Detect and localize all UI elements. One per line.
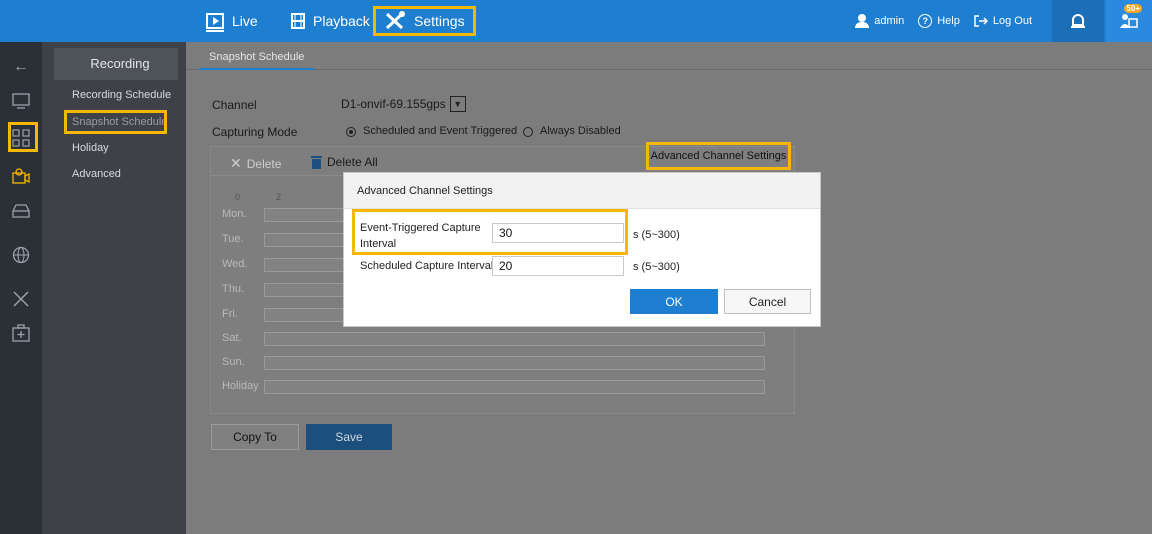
nav-playback[interactable]: Playback <box>291 0 370 42</box>
delete-button[interactable]: ✕ Delete <box>230 155 281 172</box>
radio-scheduled-event[interactable] <box>346 127 356 137</box>
rail-selected-highlight <box>8 122 38 152</box>
radio-always-disabled[interactable] <box>523 127 533 137</box>
network-icon[interactable] <box>10 244 32 266</box>
day-label-sat: Sat. <box>222 332 242 344</box>
user-menu[interactable]: admin <box>855 14 904 28</box>
logout-icon <box>974 15 988 27</box>
storage-icon[interactable] <box>10 200 32 222</box>
schedule-row-holiday[interactable] <box>264 380 765 394</box>
copy-to-button[interactable]: Copy To <box>211 424 299 450</box>
logout-label: Log Out <box>992 15 1032 27</box>
recording-icon[interactable] <box>10 166 32 188</box>
notification-icon <box>1120 14 1138 28</box>
event-interval-highlight <box>352 209 628 255</box>
cancel-button[interactable]: Cancel <box>724 289 811 314</box>
capturing-mode-label: Capturing Mode <box>212 125 298 139</box>
event-interval-range: s (5~300) <box>633 229 680 241</box>
film-icon <box>291 13 305 29</box>
day-label-fri: Fri. <box>222 308 238 320</box>
scheduled-interval-range: s (5~300) <box>633 261 680 273</box>
user-label: admin <box>874 15 905 27</box>
radio-always-disabled-label: Always Disabled <box>540 125 621 137</box>
schedule-row-sun[interactable] <box>264 356 765 370</box>
advanced-channel-settings-button[interactable]: Advanced Channel Settings <box>646 142 791 170</box>
channel-select[interactable]: D1-onvif-69.155gps ▼ <box>341 94 473 114</box>
nav-live[interactable]: Live <box>206 0 258 42</box>
help-link[interactable]: ? Help <box>918 14 960 28</box>
sidebar-item-advanced[interactable]: Advanced <box>72 168 121 180</box>
delete-all-label: Delete All <box>327 155 378 169</box>
monitor-icon[interactable] <box>10 90 32 112</box>
tab-bar <box>186 42 1152 70</box>
help-label: Help <box>937 15 960 27</box>
user-icon <box>855 14 870 28</box>
sidebar-item-holiday[interactable]: Holiday <box>72 142 109 154</box>
scheduled-interval-input[interactable]: 20 <box>492 256 624 276</box>
alarm-icon <box>1071 14 1085 28</box>
sidebar-item-recording-schedule[interactable]: Recording Schedule <box>72 89 171 101</box>
help-icon: ? <box>918 14 933 28</box>
nav-settings[interactable]: Settings <box>373 6 476 36</box>
nav-live-label: Live <box>232 13 258 29</box>
wrench-screwdriver-icon <box>385 11 405 30</box>
live-icon <box>206 13 224 32</box>
channel-label: Channel <box>212 98 257 112</box>
sub-nav-title: Recording <box>90 55 150 71</box>
nav-playback-label: Playback <box>313 13 370 29</box>
notification-badge: 50+ <box>1124 4 1142 13</box>
back-arrow-icon[interactable]: ← <box>10 56 32 78</box>
app-frame: Live Playback Settings admin ? Help Log … <box>0 0 1152 534</box>
nav-settings-label: Settings <box>414 13 465 29</box>
schedule-row-sat[interactable] <box>264 332 765 346</box>
trash-icon <box>311 155 322 169</box>
hour-label-0: 0 <box>235 192 241 202</box>
ok-button[interactable]: OK <box>630 289 718 314</box>
day-label-thu: Thu. <box>222 283 245 295</box>
top-right-controls: admin ? Help Log Out 50+ <box>855 0 1152 42</box>
day-label-wed: Wed. <box>222 258 248 270</box>
delete-all-button[interactable]: Delete All <box>311 155 378 169</box>
hour-label-2: 2 <box>276 192 282 202</box>
chevron-down-icon[interactable]: ▼ <box>449 96 466 112</box>
day-label-mon: Mon. <box>222 208 247 220</box>
notifications-button[interactable]: 50+ <box>1106 0 1152 42</box>
day-label-holiday: Holiday <box>222 380 259 392</box>
alarm-button[interactable] <box>1052 0 1104 42</box>
save-button[interactable]: Save <box>306 424 392 450</box>
logout-link[interactable]: Log Out <box>974 15 1032 27</box>
sidebar-selected-highlight <box>64 110 167 134</box>
channel-value: D1-onvif-69.155gps <box>341 97 446 111</box>
tab-snapshot-schedule[interactable]: Snapshot Schedule <box>199 46 315 70</box>
radio-scheduled-event-label: Scheduled and Event Triggered <box>363 125 518 137</box>
delete-label: Delete <box>246 156 282 171</box>
scheduled-interval-label: Scheduled Capture Interval <box>360 260 494 272</box>
day-label-sun: Sun. <box>222 356 245 368</box>
dialog-title: Advanced Channel Settings <box>344 173 820 209</box>
day-label-tue: Tue. <box>222 233 244 245</box>
close-icon: ✕ <box>230 155 242 171</box>
maintenance-icon[interactable] <box>10 322 32 344</box>
tools-icon[interactable] <box>10 288 32 310</box>
